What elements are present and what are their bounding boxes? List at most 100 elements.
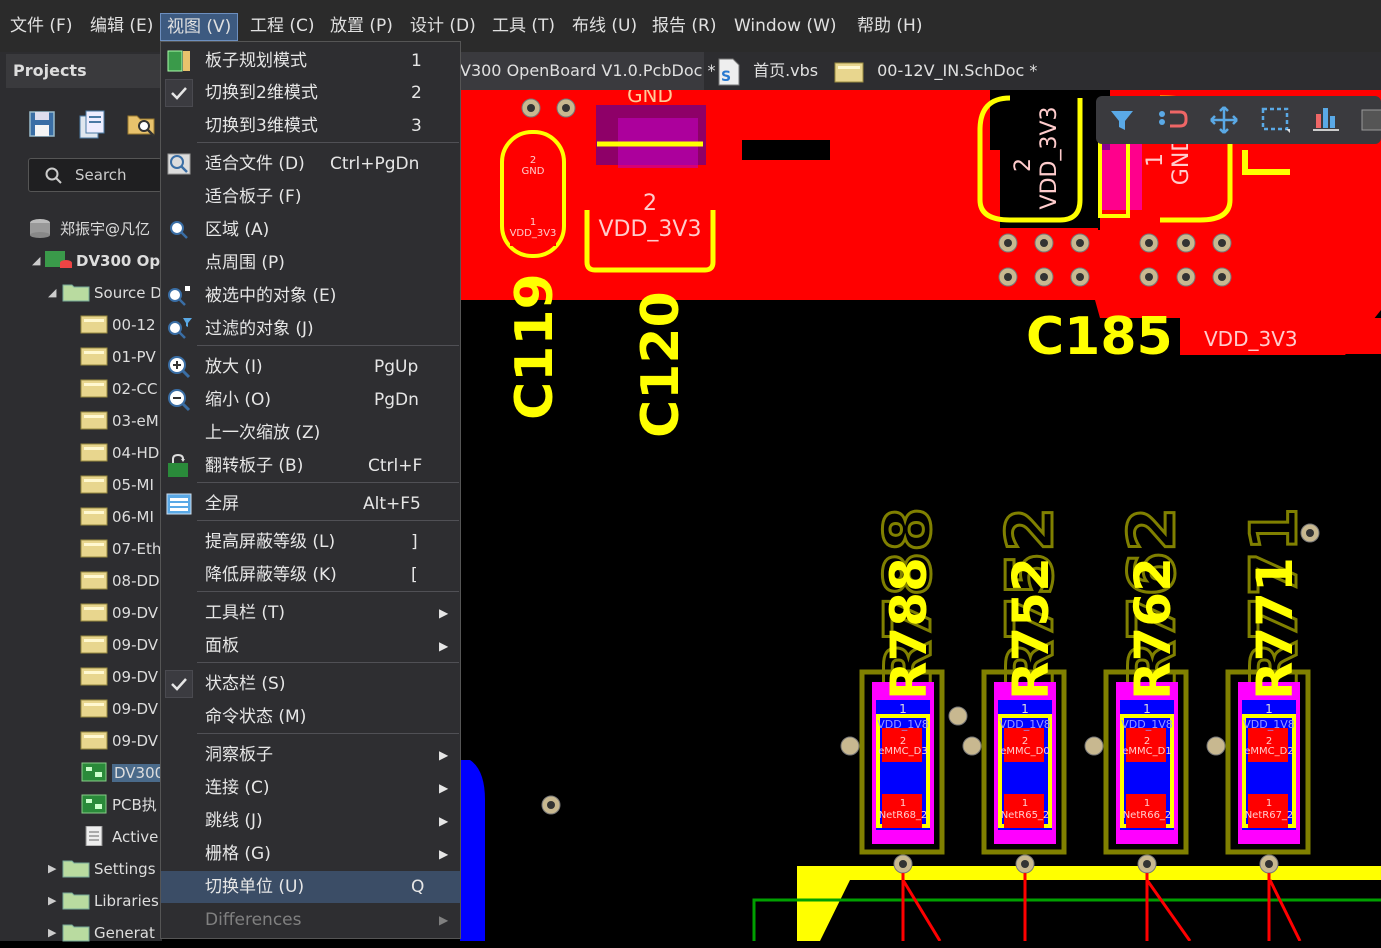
menu-tools[interactable]: 工具 (T) bbox=[486, 13, 561, 41]
tree-item[interactable]: ▶ Generat bbox=[48, 918, 155, 948]
tree-item[interactable]: 09-DV bbox=[80, 598, 158, 628]
expand-arrow-icon[interactable]: ◢ bbox=[32, 246, 40, 276]
tree-item[interactable]: 06-MI bbox=[80, 502, 154, 532]
menu-separator bbox=[197, 733, 459, 734]
filter-icon[interactable] bbox=[1108, 106, 1136, 134]
folder-search-icon[interactable] bbox=[126, 108, 156, 140]
pcb-canvas[interactable]: GND 2 GND 1 VDD_3V3 2 VDD_3V3 C119 C120 … bbox=[460, 90, 1381, 941]
menu-route[interactable]: 布线 (U) bbox=[566, 13, 643, 41]
view-menu-item[interactable]: 翻转板子 (B) Ctrl+F bbox=[161, 450, 460, 482]
view-menu-item[interactable]: 切换到2维模式 2 bbox=[161, 77, 460, 109]
view-menu-item[interactable]: 洞察板子 ▶ bbox=[161, 739, 460, 771]
menu-separator bbox=[197, 482, 459, 483]
view-menu-item[interactable]: 放大 (I) PgUp bbox=[161, 351, 460, 383]
view-menu-item[interactable]: 全屏 Alt+F5 bbox=[161, 488, 460, 520]
save-icon[interactable] bbox=[28, 108, 58, 140]
view-menu-item[interactable]: 跳线 (J) ▶ bbox=[161, 805, 460, 837]
view-menu-item[interactable]: 上一次缩放 (Z) bbox=[161, 417, 460, 449]
tab-schdoc[interactable]: 00-12V_IN.SchDoc * bbox=[832, 52, 1052, 90]
tab-pcbdoc[interactable]: V300 OpenBoard V1.0.PcbDoc * bbox=[460, 52, 715, 90]
view-menu-item[interactable]: 连接 (C) ▶ bbox=[161, 772, 460, 804]
view-menu-item[interactable]: 板子规划模式 1 bbox=[161, 45, 460, 77]
project-search-input[interactable]: Search bbox=[28, 158, 162, 192]
menu-project[interactable]: 工程 (C) bbox=[244, 13, 321, 41]
view-menu-item[interactable]: 过滤的对象 (J) bbox=[161, 313, 460, 345]
c119-designator[interactable]: C119 bbox=[505, 273, 565, 420]
c120-designator[interactable]: C120 bbox=[631, 291, 691, 438]
tree-item[interactable]: 01-PV bbox=[80, 342, 156, 372]
tree-item[interactable]: 郑振宇@凡亿 bbox=[28, 214, 150, 244]
tree-item[interactable]: ▶ Libraries bbox=[48, 886, 159, 916]
route-icon[interactable] bbox=[1156, 106, 1190, 134]
menu-view[interactable]: 视图 (V) bbox=[160, 13, 239, 41]
trace bbox=[1268, 879, 1302, 941]
view-menu-item[interactable]: 状态栏 (S) bbox=[161, 668, 460, 700]
view-menu-item[interactable]: 提高屏蔽等级 (L)] bbox=[161, 526, 460, 558]
resistor-designator[interactable]: R771 bbox=[1246, 557, 1304, 700]
via bbox=[948, 706, 968, 726]
tree-item[interactable]: ◢ Source D bbox=[48, 278, 162, 308]
tree-item[interactable]: 03-eM bbox=[80, 406, 159, 436]
gnd-net-label: GND bbox=[627, 90, 673, 107]
view-menu-item[interactable]: 适合文件 (D) Ctrl+PgDn bbox=[161, 148, 460, 180]
tree-item[interactable]: ◢ DV300 Op bbox=[32, 246, 160, 276]
tab-vbs[interactable]: S 首页.vbs bbox=[710, 52, 826, 90]
zoom-selected-icon bbox=[168, 286, 190, 306]
pcb-layout[interactable]: GND 2 GND 1 VDD_3V3 2 VDD_3V3 C119 C120 … bbox=[460, 90, 1381, 941]
resistor-designator[interactable]: R762 bbox=[1124, 557, 1182, 700]
view-menu-item[interactable]: 工具栏 (T) ▶ bbox=[161, 597, 460, 629]
select-rectangle-icon[interactable] bbox=[1260, 105, 1292, 135]
menu-edit[interactable]: 编辑 (E) bbox=[84, 13, 159, 41]
tree-item[interactable]: 09-DV bbox=[80, 694, 158, 724]
menu-help[interactable]: 帮助 (H) bbox=[851, 13, 928, 41]
view-menu-item[interactable]: 区域 (A) bbox=[161, 214, 460, 246]
tree-item[interactable]: 07-Eth bbox=[80, 534, 161, 564]
menu-reports[interactable]: 报告 (R) bbox=[646, 13, 722, 41]
menu-place[interactable]: 放置 (P) bbox=[324, 13, 399, 41]
tree-item[interactable]: 09-DV bbox=[80, 726, 158, 756]
menu-design[interactable]: 设计 (D) bbox=[404, 13, 482, 41]
tree-item[interactable]: 00-12 bbox=[80, 310, 156, 340]
tree-item[interactable]: Active bbox=[80, 822, 158, 852]
submenu-arrow-icon: ▶ bbox=[439, 606, 449, 620]
view-menu-item[interactable]: 缩小 (O) PgDn bbox=[161, 384, 460, 416]
view-menu-item[interactable]: 被选中的对象 (E) bbox=[161, 280, 460, 312]
tree-item[interactable]: 09-DV bbox=[80, 662, 158, 692]
align-icon[interactable] bbox=[1310, 104, 1344, 136]
view-menu-item[interactable]: 适合板子 (F) bbox=[161, 181, 460, 213]
view-menu-item[interactable]: 切换单位 (U) Q bbox=[161, 871, 460, 903]
collapse-arrow-icon[interactable]: ▶ bbox=[48, 886, 56, 916]
menu-window[interactable]: Window (W) bbox=[728, 13, 843, 41]
expand-arrow-icon[interactable]: ◢ bbox=[48, 278, 56, 308]
resistor-designator[interactable]: R752 bbox=[1002, 557, 1060, 700]
view-menu-item[interactable]: 栅格 (G) ▶ bbox=[161, 838, 460, 870]
c185-designator[interactable]: C185 bbox=[1026, 307, 1173, 367]
view-menu-item[interactable]: 切换到3维模式 3 bbox=[161, 110, 460, 142]
pcb-doc-icon bbox=[81, 762, 107, 781]
via-hole bbox=[1265, 860, 1273, 868]
pad-number: 1 bbox=[1144, 798, 1150, 809]
move-icon[interactable] bbox=[1208, 104, 1240, 136]
collapse-arrow-icon[interactable]: ▶ bbox=[48, 918, 56, 948]
tree-item[interactable]: PCB执 bbox=[80, 790, 157, 820]
tree-item[interactable]: ▶ Settings bbox=[48, 854, 156, 884]
menu-file[interactable]: 文件 (F) bbox=[4, 13, 78, 41]
resistor-designator[interactable]: R788 bbox=[880, 557, 938, 700]
tree-item-label: Source D bbox=[94, 284, 162, 302]
tree-item[interactable]: 05-MI bbox=[80, 470, 154, 500]
tree-item[interactable]: 08-DD bbox=[80, 566, 160, 596]
save-all-icon[interactable] bbox=[78, 108, 108, 140]
tree-item-label: 09-DV bbox=[112, 668, 159, 686]
tree-item[interactable]: 09-DV bbox=[80, 630, 158, 660]
net-label: VDD_1V8 bbox=[999, 718, 1051, 731]
view-menu-item[interactable]: 面板 ▶ bbox=[161, 630, 460, 662]
view-menu-item[interactable]: 点周围 (P) bbox=[161, 247, 460, 279]
tree-item[interactable]: 02-CC bbox=[80, 374, 157, 404]
view-menu-item[interactable]: 降低屏蔽等级 (K) [ bbox=[161, 559, 460, 591]
collapse-arrow-icon[interactable]: ▶ bbox=[48, 854, 56, 884]
tree-item[interactable]: 04-HD bbox=[80, 438, 159, 468]
component-icon[interactable] bbox=[1358, 106, 1381, 134]
view-menu-item[interactable]: Differences ▶ bbox=[161, 904, 460, 936]
view-menu-item[interactable]: 命令状态 (M) bbox=[161, 701, 460, 733]
tree-item[interactable]: DV300 bbox=[80, 758, 167, 788]
